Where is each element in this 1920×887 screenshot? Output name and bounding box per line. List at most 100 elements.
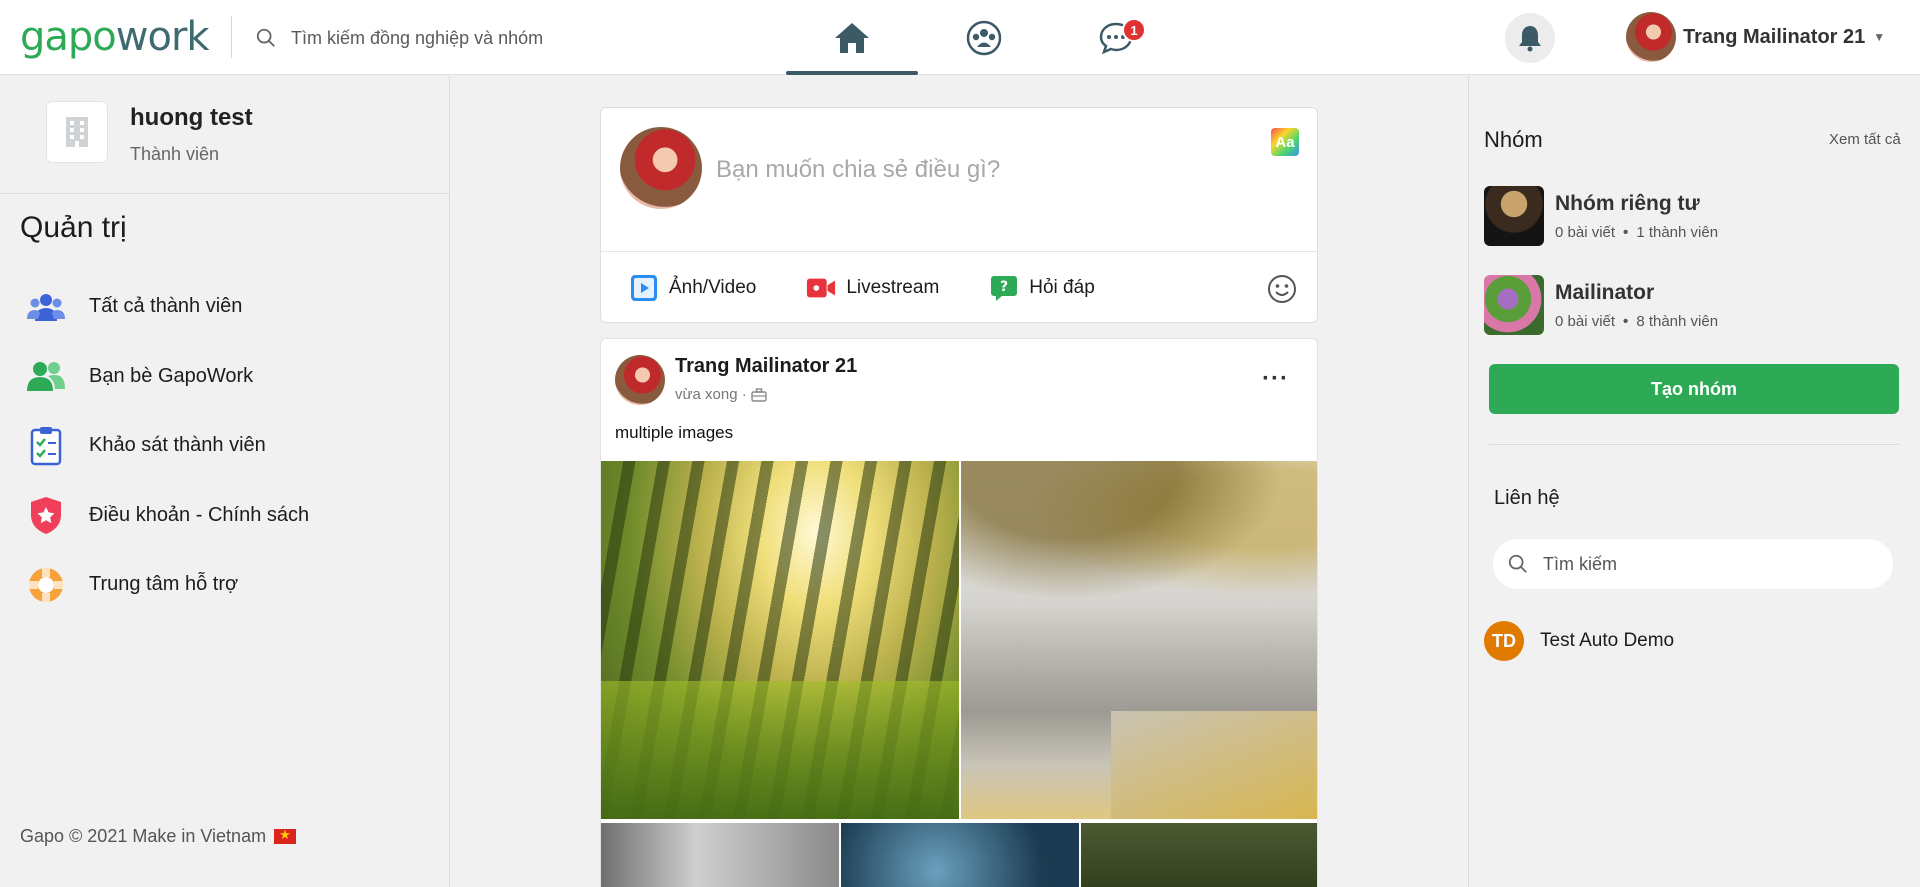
post-text: multiple images — [615, 423, 734, 442]
menu-item-gapowork-friends[interactable]: Bạn bè GapoWork — [0, 342, 449, 412]
bell-icon — [1519, 26, 1541, 52]
search-input[interactable] — [291, 27, 651, 49]
group-name: Mailinator — [1555, 280, 1655, 304]
dot-separator: • — [1623, 223, 1629, 241]
post-image-4[interactable] — [841, 823, 1079, 887]
caret-down-icon: ▼ — [1873, 30, 1886, 44]
photo-video-button[interactable]: Ảnh/Video — [629, 273, 756, 303]
chat-unread-badge: 1 — [1122, 18, 1146, 42]
right-divider — [1489, 444, 1899, 445]
group-posts: 0 bài viết — [1555, 223, 1616, 241]
friends-icon — [24, 354, 68, 398]
question-button[interactable]: ? Hỏi đáp — [989, 273, 1095, 303]
left-sidebar: huong test Thành viên Quản trị Tất cả th… — [0, 76, 450, 887]
composer-input[interactable]: Bạn muốn chia sẻ điều gì? — [716, 156, 1000, 184]
nav-groups[interactable] — [918, 0, 1050, 75]
search-icon — [1508, 554, 1527, 573]
menu-item-label: Trung tâm hỗ trợ — [89, 573, 239, 596]
building-icon — [46, 101, 108, 163]
logo-text-gapo: gapo — [20, 14, 117, 60]
group-name: Nhóm riêng tư — [1555, 191, 1700, 215]
groups-icon — [966, 20, 1002, 55]
group-item[interactable]: Nhóm riêng tư 0 bài viết • 1 thành viên — [1484, 185, 1904, 247]
notifications-button[interactable] — [1505, 13, 1555, 63]
contact-name: Test Auto Demo — [1540, 630, 1675, 651]
group-cover — [1484, 275, 1544, 335]
post-image-5[interactable] — [1081, 823, 1317, 887]
menu-item-label: Khảo sát thành viên — [89, 434, 266, 457]
organization-card[interactable]: huong test Thành viên — [0, 76, 449, 194]
search-icon — [256, 28, 275, 47]
menu-item-label: Điều khoản - Chính sách — [89, 503, 310, 526]
contact-item[interactable]: TD Test Auto Demo — [1484, 621, 1674, 661]
user-avatar — [1626, 12, 1676, 62]
group-members: 1 thành viên — [1636, 223, 1719, 241]
vietnam-flag-icon — [274, 827, 297, 844]
post-image-forest[interactable] — [601, 461, 959, 819]
global-search[interactable] — [255, 22, 675, 54]
text-style-icon[interactable]: Aa — [1271, 128, 1299, 156]
right-sidebar: Nhóm Xem tất cả Nhóm riêng tư 0 bài viết… — [1468, 76, 1920, 887]
members-icon — [24, 285, 68, 329]
menu-item-help-center[interactable]: Trung tâm hỗ trợ — [0, 550, 449, 620]
gapowork-logo[interactable]: gapowork — [20, 14, 210, 60]
contact-search[interactable] — [1493, 539, 1893, 589]
group-members: 8 thành viên — [1636, 312, 1719, 330]
dot-separator: • — [1623, 312, 1629, 330]
organization-name: huong test — [130, 104, 253, 131]
menu-item-label: Bạn bè GapoWork — [89, 364, 254, 387]
group-stats: 0 bài viết • 1 thành viên — [1555, 224, 1718, 241]
lifebuoy-icon — [24, 563, 68, 607]
livestream-button[interactable]: Livestream — [806, 273, 939, 303]
admin-menu: Tất cả thành viên Bạn bè GapoWork Khảo s… — [0, 272, 449, 620]
question-label: Hỏi đáp — [1029, 277, 1095, 298]
livestream-label: Livestream — [846, 277, 940, 298]
composer-avatar — [620, 127, 702, 209]
shield-icon — [24, 493, 68, 537]
question-icon: ? — [989, 273, 1019, 303]
post-composer: Bạn muốn chia sẻ điều gì? Aa Ảnh/Video L… — [600, 107, 1318, 323]
post-image-3[interactable] — [601, 823, 839, 887]
survey-icon — [24, 424, 68, 468]
contact-search-input[interactable] — [1543, 553, 1863, 575]
post-meta: vừa xong · — [675, 386, 767, 403]
admin-section-title: Quản trị — [20, 211, 127, 244]
menu-item-terms-policy[interactable]: Điều khoản - Chính sách — [0, 481, 449, 551]
user-name: Trang Mailinator 21 — [1683, 25, 1866, 48]
menu-item-member-survey[interactable]: Khảo sát thành viên — [0, 411, 449, 481]
feed-post: Trang Mailinator 21 vừa xong · ··· multi… — [600, 338, 1318, 887]
contact-avatar: TD — [1484, 621, 1524, 661]
photo-video-icon — [629, 273, 659, 303]
footer-text: Gapo © 2021 Make in Vietnam — [20, 826, 267, 846]
logo-text-work: work — [115, 14, 210, 60]
group-cover — [1484, 186, 1544, 246]
emoji-icon[interactable] — [1267, 274, 1297, 309]
composer-actions: Ảnh/Video Livestream ? Hỏi đáp — [601, 252, 1317, 324]
create-group-button[interactable]: Tạo nhóm — [1489, 364, 1899, 414]
post-author-name[interactable]: Trang Mailinator 21 — [675, 355, 857, 378]
nav-home[interactable] — [786, 0, 918, 75]
menu-item-label: Tất cả thành viên — [89, 295, 243, 318]
group-posts: 0 bài viết — [1555, 312, 1616, 330]
post-more-options-icon[interactable]: ··· — [1262, 365, 1289, 393]
top-navigation-bar: gapowork 1 Trang Mailinator 21 ▼ — [0, 0, 1920, 75]
header-divider — [231, 16, 232, 58]
home-icon — [835, 22, 869, 53]
photo-video-label: Ảnh/Video — [669, 277, 757, 298]
post-time: vừa xong — [675, 386, 738, 403]
contacts-title: Liên hệ — [1494, 487, 1560, 509]
livestream-icon — [806, 273, 836, 303]
meta-separator: · — [737, 386, 751, 403]
nav-chat[interactable]: 1 — [1050, 0, 1182, 75]
post-image-lake[interactable] — [961, 461, 1317, 819]
group-stats: 0 bài viết • 8 thành viên — [1555, 313, 1718, 330]
workplace-privacy-icon — [751, 387, 767, 402]
group-item[interactable]: Mailinator 0 bài viết • 8 thành viên — [1484, 274, 1904, 336]
menu-item-all-members[interactable]: Tất cả thành viên — [0, 272, 449, 342]
organization-role: Thành viên — [130, 144, 220, 164]
user-menu[interactable]: Trang Mailinator 21 ▼ — [1626, 12, 1885, 62]
see-all-groups-link[interactable]: Xem tất cả — [1829, 131, 1901, 148]
post-author-avatar[interactable] — [615, 355, 665, 405]
groups-title: Nhóm — [1484, 127, 1543, 152]
svg-text:?: ? — [1000, 279, 1008, 295]
